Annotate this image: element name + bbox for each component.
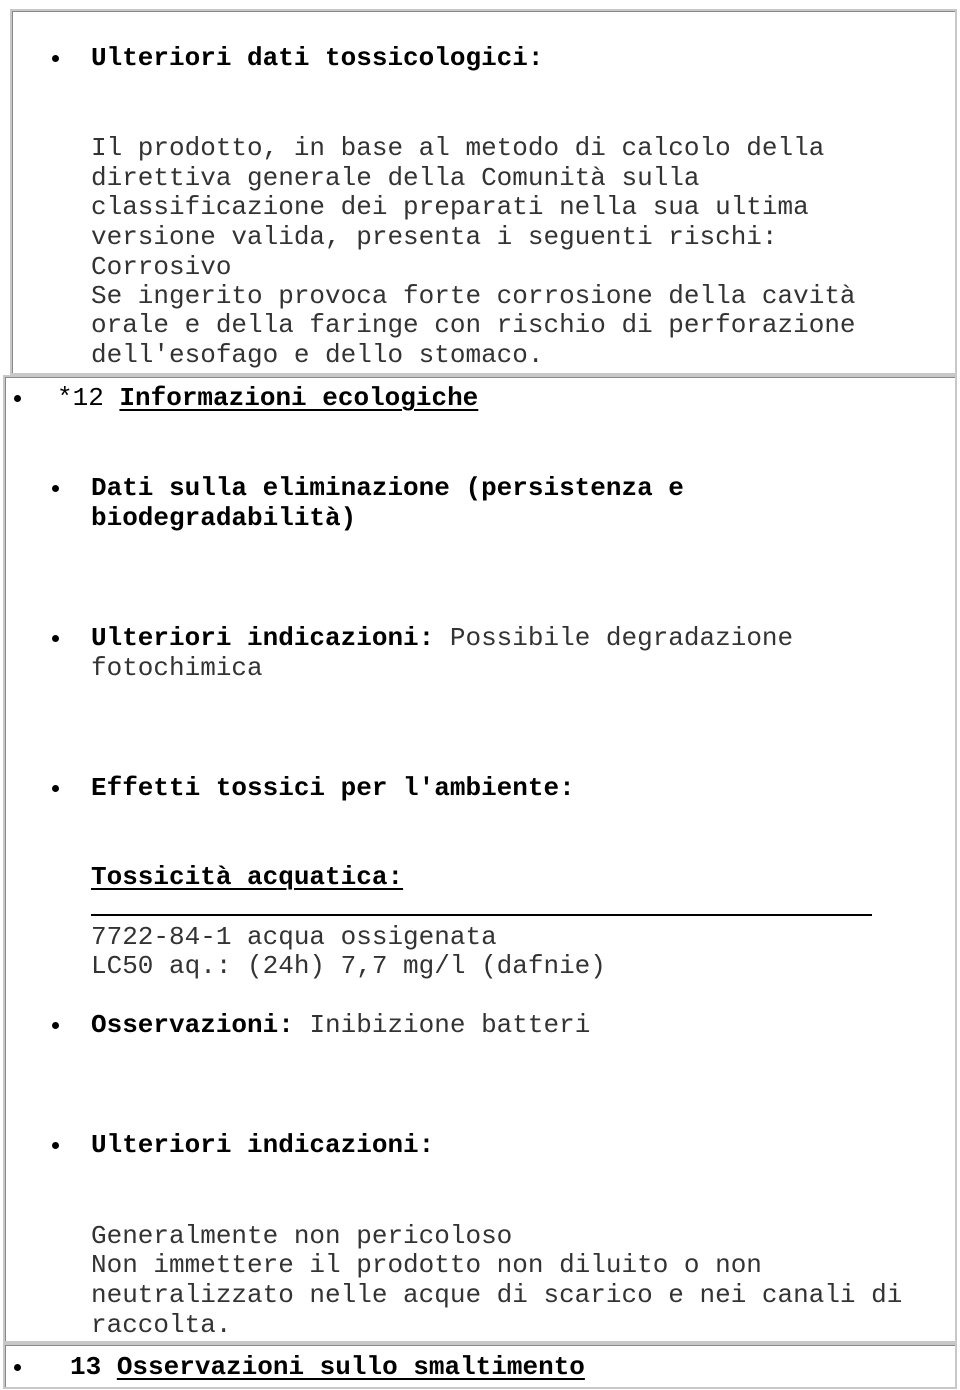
observations: Osservazioni: Inibizione batteri	[91, 1010, 590, 1040]
bullet-icon	[52, 1022, 59, 1029]
further-2-line: Non immettere il prodotto non diluito o …	[91, 1250, 762, 1280]
tox-paragraph-line: Corrosivo	[91, 252, 232, 282]
toxic-effects-label: Effetti tossici per l'ambiente:	[91, 773, 575, 803]
tox-paragraph-line: Il prodotto, in base al metodo di calcol…	[91, 133, 825, 163]
label: Ulteriori indicazioni:	[91, 623, 435, 653]
tox-paragraph-line: versione valida, presenta i seguenti ris…	[91, 222, 778, 252]
elimination-label: biodegradabilità)	[91, 503, 357, 533]
value: Possibile degradazione	[434, 623, 794, 653]
further-indications-2-label: Ulteriori indicazioni:	[91, 1130, 435, 1160]
divider	[91, 914, 872, 916]
further-indications: Ulteriori indicazioni: Possibile degrada…	[91, 623, 793, 653]
bullet-icon	[52, 635, 59, 642]
label: Osservazioni:	[91, 1010, 294, 1040]
bullet-icon	[52, 1142, 59, 1149]
bullet-icon	[52, 485, 59, 492]
tox-paragraph-line: orale e della faringe con rischio di per…	[91, 310, 856, 340]
further-indications-line: fotochimica	[91, 653, 263, 683]
elimination-label: Dati sulla eliminazione (persistenza e	[91, 473, 684, 503]
tox-paragraph-line: Se ingerito provoca forte corrosione del…	[91, 281, 856, 311]
bullet-icon	[14, 395, 21, 402]
value: Inibizione batteri	[293, 1010, 591, 1040]
aquatic-toxicity-label: Tossicità acquatica:	[91, 862, 404, 892]
tox-paragraph-line: classificazione dei preparati nella sua …	[91, 192, 809, 222]
further-tox-label: Ulteriori dati tossicologici:	[91, 43, 544, 73]
section-number: 13	[70, 1352, 102, 1382]
section-12-heading: *12 Informazioni ecologiche	[57, 383, 478, 413]
bullet-icon	[52, 55, 59, 62]
section-number: *12	[57, 383, 104, 413]
further-2-line: neutralizzato nelle acque di scarico e n…	[91, 1280, 903, 1310]
section-13-heading: 13 Osservazioni sullo smaltimento	[70, 1352, 585, 1382]
section-title: Osservazioni sullo smaltimento	[116, 1352, 585, 1382]
further-2-line: raccolta.	[91, 1310, 232, 1340]
aquatic-line: 7722-84-1 acqua ossigenata	[91, 922, 497, 952]
section-title: Informazioni ecologiche	[119, 383, 479, 413]
bullet-icon	[52, 785, 59, 792]
further-2-line: Generalmente non pericoloso	[91, 1221, 513, 1251]
tox-paragraph-line: direttiva generale della Comunità sulla	[91, 163, 700, 193]
tox-paragraph-line: dell'esofago e dello stomaco.	[91, 340, 544, 370]
bullet-icon	[14, 1364, 21, 1371]
aquatic-line: LC50 aq.: (24h) 7,7 mg/l (dafnie)	[91, 951, 606, 981]
